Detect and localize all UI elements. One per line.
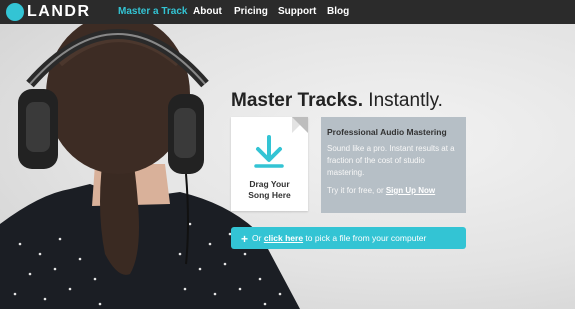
info-title: Professional Audio Mastering: [327, 127, 447, 137]
brand-logo[interactable]: LANDR: [6, 2, 91, 22]
hero-headline: Master Tracks. Instantly.: [231, 90, 443, 112]
plus-icon: +: [241, 231, 249, 246]
nav-pricing[interactable]: Pricing: [234, 0, 268, 24]
hero-section: Master Tracks. Instantly. Drag Your Song…: [0, 24, 575, 309]
drop-label-line2: Song Here: [248, 190, 291, 200]
pick-suffix: to pick a file from your computer: [303, 233, 427, 243]
drop-label-line1: Drag Your: [249, 179, 290, 189]
drop-zone-label: Drag Your Song Here: [231, 179, 308, 201]
click-here-link[interactable]: click here: [264, 233, 303, 243]
song-drop-zone[interactable]: Drag Your Song Here: [231, 117, 308, 211]
nav-master-a-track[interactable]: Master a Track: [118, 0, 188, 24]
page-fold-shadow: [292, 117, 308, 133]
info-cta: Try it for free, or Sign Up Now: [327, 186, 460, 195]
pick-prefix: Or: [252, 233, 264, 243]
download-arrow-icon: [254, 135, 284, 168]
pick-file-bar[interactable]: + Or click here to pick a file from your …: [231, 227, 466, 249]
top-nav: LANDR Master a Track About Pricing Suppo…: [0, 0, 575, 24]
logo-circle-icon: [6, 3, 24, 21]
headline-rest: Instantly.: [363, 90, 443, 111]
sign-up-link[interactable]: Sign Up Now: [386, 186, 435, 195]
nav-support[interactable]: Support: [278, 0, 316, 24]
info-body: Sound like a pro. Instant results at a f…: [327, 144, 455, 177]
nav-about[interactable]: About: [193, 0, 222, 24]
headline-bold: Master Tracks.: [231, 90, 364, 111]
nav-blog[interactable]: Blog: [327, 0, 349, 24]
cta-prefix: Try it for free, or: [327, 186, 386, 195]
brand-name: LANDR: [27, 3, 91, 20]
info-box: Professional Audio Mastering Sound like …: [321, 117, 466, 213]
